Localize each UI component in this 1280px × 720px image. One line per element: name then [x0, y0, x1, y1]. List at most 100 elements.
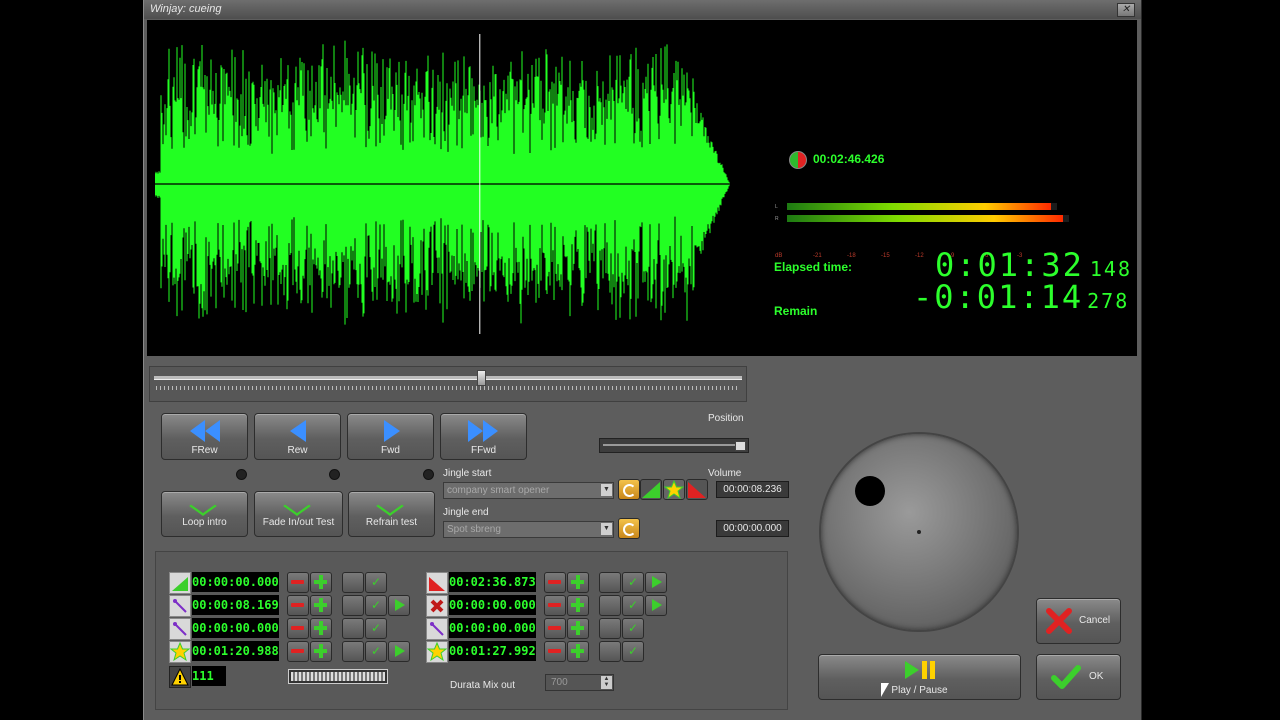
cue-minus-button[interactable]: [544, 572, 566, 593]
intro-ramp-icon: [169, 572, 191, 594]
cue-set-button[interactable]: [342, 641, 364, 662]
cue-plus-button[interactable]: [310, 641, 332, 662]
cue-confirm-button[interactable]: ✓: [365, 572, 387, 593]
cue-confirm-button[interactable]: ✓: [622, 595, 644, 616]
play-pause-icon: [905, 661, 935, 679]
cue-left-time[interactable]: 00:00:00.000: [192, 618, 279, 638]
cue-play-button[interactable]: [388, 595, 410, 616]
refrain-test-button[interactable]: Refrain test: [348, 491, 435, 537]
cue-confirm-button[interactable]: ✓: [622, 641, 644, 662]
cue-confirm-button[interactable]: ✓: [622, 572, 644, 593]
durata-value: 700: [551, 677, 568, 688]
fast-forward-button[interactable]: FFwd: [440, 413, 527, 460]
cue-right-time[interactable]: 00:02:36.873: [449, 572, 536, 592]
close-button[interactable]: ✕: [1117, 3, 1135, 17]
forward-button[interactable]: Fwd: [347, 413, 434, 460]
rewind-label: Rew: [287, 445, 308, 456]
cue-confirm-button[interactable]: ✓: [622, 618, 644, 639]
chevron-down-icon[interactable]: ▼: [601, 484, 612, 496]
volume-start-time[interactable]: 00:00:08.236: [716, 481, 789, 498]
cancel-label: Cancel: [1079, 615, 1111, 626]
cue-plus-button[interactable]: [310, 572, 332, 593]
jingle-ramp-up-button[interactable]: [640, 479, 662, 500]
cue-set-button[interactable]: [342, 618, 364, 639]
cue-minus-button[interactable]: [287, 641, 309, 662]
cue-plus-button[interactable]: [310, 595, 332, 616]
cue-left-time[interactable]: 00:00:08.169: [192, 595, 279, 615]
fade-test-button[interactable]: Fade In/out Test: [254, 491, 343, 537]
cue-left-time[interactable]: 00:01:20.988: [192, 641, 279, 661]
remain-label: Remain: [774, 304, 818, 318]
fast-forward-icon: [468, 420, 498, 442]
remain-ms: 278: [1087, 289, 1130, 313]
elapsed-label: Elapsed time:: [774, 260, 853, 274]
chevron-down-icon: [189, 496, 217, 516]
cue-minus-button[interactable]: [287, 572, 309, 593]
ok-button[interactable]: OK: [1036, 654, 1121, 700]
cue-minus-button[interactable]: [287, 595, 309, 616]
cue-confirm-button[interactable]: ✓: [365, 618, 387, 639]
chevron-down-icon[interactable]: ▼: [601, 523, 612, 535]
cue-plus-button[interactable]: [567, 595, 589, 616]
waveform-canvas[interactable]: [155, 34, 735, 334]
cue-set-button[interactable]: [342, 595, 364, 616]
cue-right-time[interactable]: 00:01:27.992: [449, 641, 536, 661]
jingle-star-button[interactable]: [663, 479, 685, 500]
cue-left-time[interactable]: 00:00:00.000: [192, 572, 279, 592]
cue-play-button[interactable]: [645, 572, 667, 593]
meter-scale-label: -18: [847, 253, 856, 259]
cue-left-extra[interactable]: 111: [192, 666, 226, 686]
cueing-window: Winjay: cueing ✕ 00:02:46.426 L R dB -21 -…: [143, 0, 1142, 720]
cue-play-button[interactable]: [645, 595, 667, 616]
jingle-start-load-button[interactable]: [618, 479, 640, 500]
cancel-button[interactable]: Cancel: [1036, 598, 1121, 644]
cue-minus-button[interactable]: [544, 618, 566, 639]
volume-end-time[interactable]: 00:00:00.000: [716, 520, 789, 537]
spinner-icon[interactable]: ▲ ▼: [601, 676, 612, 689]
cue-play-button[interactable]: [388, 641, 410, 662]
fast-rewind-icon: [190, 420, 220, 442]
seek-slider[interactable]: [149, 366, 747, 402]
play-pause-button[interactable]: Play / Pause: [818, 654, 1021, 700]
cue-set-button[interactable]: [342, 572, 364, 593]
fast-forward-label: FFwd: [471, 445, 496, 456]
jingle-start-select[interactable]: company smart opener ▼: [443, 482, 614, 499]
cue-set-button[interactable]: [599, 641, 621, 662]
position-slider[interactable]: [599, 438, 749, 453]
jog-wheel[interactable]: [821, 434, 1017, 630]
durata-spinner[interactable]: 700 ▲ ▼: [545, 674, 614, 691]
rewind-button[interactable]: Rew: [254, 413, 341, 460]
cue-minus-button[interactable]: [544, 641, 566, 662]
volume-label: Volume: [708, 468, 742, 479]
fast-rewind-button[interactable]: FRew: [161, 413, 248, 460]
cue-minus-button[interactable]: [544, 595, 566, 616]
cue-plus-button[interactable]: [567, 641, 589, 662]
jingle-end-select[interactable]: Spot sbreng ▼: [443, 521, 614, 538]
cue-set-button[interactable]: [599, 572, 621, 593]
cue-set-button[interactable]: [599, 618, 621, 639]
wand-icon: [426, 618, 448, 640]
loop-intro-label: Loop intro: [182, 517, 227, 528]
check-icon: [1051, 665, 1081, 689]
cue-minus-button[interactable]: [287, 618, 309, 639]
ok-label: OK: [1089, 671, 1104, 682]
cue-right-time[interactable]: 00:00:00.000: [449, 595, 536, 615]
cue-set-button[interactable]: [599, 595, 621, 616]
meter-right-label: R: [775, 216, 779, 222]
jingle-end-load-button[interactable]: [618, 518, 640, 539]
cue-plus-button[interactable]: [567, 618, 589, 639]
cue-plus-button[interactable]: [310, 618, 332, 639]
position-thumb[interactable]: [735, 441, 746, 451]
refrain-test-label: Refrain test: [365, 517, 418, 528]
marker-icon: [789, 151, 807, 169]
seek-thumb[interactable]: [477, 370, 487, 386]
meter-scale-label: dB: [775, 253, 783, 259]
mix-slider[interactable]: [288, 669, 388, 684]
cue-confirm-button[interactable]: ✓: [365, 641, 387, 662]
cue-plus-button[interactable]: [567, 572, 589, 593]
cue-right-time[interactable]: 00:00:00.000: [449, 618, 536, 638]
loop-intro-button[interactable]: Loop intro: [161, 491, 248, 537]
cue-confirm-button[interactable]: ✓: [365, 595, 387, 616]
jingle-ramp-down-button[interactable]: [686, 479, 708, 500]
seek-ticks: [156, 386, 740, 390]
